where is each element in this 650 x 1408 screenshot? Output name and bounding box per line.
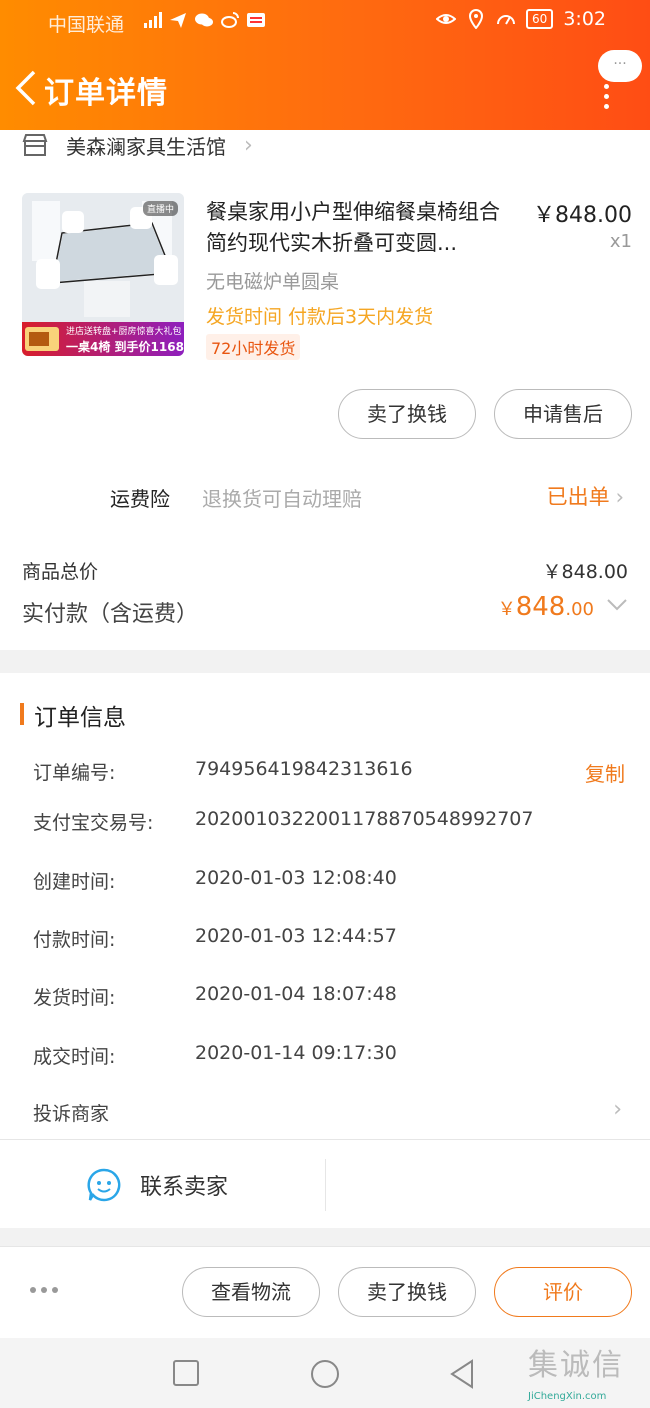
watermark-glyphs: 集诚信 <box>528 1348 624 1383</box>
info-label: 支付宝交易号: <box>33 812 154 834</box>
info-label: 创建时间: <box>33 871 116 893</box>
review-button[interactable]: 评价 <box>494 1267 632 1317</box>
info-row-completed: 成交时间: 2020-01-14 09:17:30 <box>33 1042 633 1072</box>
wechat-icon <box>195 13 213 27</box>
shipping-insurance-desc: 退换货可自动理赔 <box>202 487 362 511</box>
carrier-name: 中国联通 <box>48 14 125 36</box>
info-value: 2020-01-14 09:17:30 <box>195 1042 397 1064</box>
more-options-icon[interactable] <box>604 84 610 109</box>
ship-time-note: 发货时间 付款后3天内发货 <box>206 306 434 328</box>
paid-currency: ￥ <box>497 599 516 620</box>
live-badge: 直播中 <box>142 201 178 216</box>
speed-icon <box>497 15 516 25</box>
system-nav-bar: 集诚信 JiChengXin.com <box>0 1338 650 1408</box>
recent-apps-icon[interactable] <box>172 1359 200 1387</box>
paid-decimal: .00 <box>565 599 594 620</box>
info-row-alipay-number: 支付宝交易号: 2020010322001178870548992707 <box>33 808 633 838</box>
info-row-created: 创建时间: 2020-01-03 12:08:40 <box>33 867 633 897</box>
promo-strip: 进店送转盘+厨房惊喜大礼包 一桌4椅 到手价1168 <box>22 322 184 356</box>
send-icon <box>170 13 186 28</box>
product-price: ￥848.00 <box>533 203 632 228</box>
sell-exchange-bottom-button[interactable]: 卖了换钱 <box>338 1267 476 1317</box>
more-actions-icon[interactable] <box>30 1287 58 1293</box>
product-spec: 无电磁炉单圆桌 <box>206 271 340 293</box>
info-row-paid: 付款时间: 2020-01-03 12:44:57 <box>33 925 633 955</box>
weibo-icon <box>221 12 239 28</box>
info-value: 2020-01-03 12:08:40 <box>195 867 397 889</box>
paid-amount-label: 实付款（含运费） <box>22 602 199 627</box>
battery-indicator: 60 <box>526 9 554 29</box>
oven-icon <box>25 327 59 351</box>
location-icon <box>469 9 484 29</box>
copy-button[interactable]: 复制 <box>585 758 625 787</box>
promo-line-2: 一桌4椅 到手价1168 <box>66 340 184 354</box>
back-arrow-icon[interactable] <box>12 68 40 108</box>
watermark-logo: 集诚信 JiChengXin.com <box>528 1340 646 1406</box>
product-image[interactable]: 直播中 进店送转盘+厨房惊喜大礼包 一桌4椅 到手价1168 <box>22 193 184 356</box>
shop-icon <box>22 134 48 156</box>
info-value: 2020-01-04 18:07:48 <box>195 983 397 1005</box>
nav-bar: 订单详情 ··· <box>0 50 650 118</box>
promo-line-1: 进店送转盘+厨房惊喜大礼包 <box>66 327 182 337</box>
chevron-right-icon: › <box>244 132 253 158</box>
info-label: 成交时间: <box>33 1046 116 1068</box>
more-menu-bubble[interactable]: ··· <box>598 50 642 82</box>
order-product-card: 美森澜家具生活馆 › 直播中 进店送转盘+厨房惊喜大礼包 一桌4椅 到手价116… <box>0 130 650 650</box>
info-label: 发货时间: <box>33 987 116 1009</box>
sell-exchange-button[interactable]: 卖了换钱 <box>338 389 476 439</box>
info-label: 付款时间: <box>33 929 116 951</box>
home-icon[interactable] <box>310 1359 340 1389</box>
bottom-action-bar: 查看物流 卖了换钱 评价 <box>0 1246 650 1338</box>
info-row-order-number: 订单编号: 794956419842313616 复制 <box>33 758 633 788</box>
watermark-url: JiChengXin.com <box>528 1391 607 1402</box>
status-icons-right: 60 3:02 <box>436 8 606 30</box>
product-title[interactable]: 餐桌家用小户型伸缩餐桌椅组合简约现代实木折叠可变圆... <box>206 197 516 259</box>
product-quantity: x1 <box>609 231 632 252</box>
shop-row[interactable]: 美森澜家具生活馆 › <box>22 130 253 160</box>
complain-seller-link[interactable]: 投诉商家 <box>33 1099 109 1126</box>
shipping-insurance-status[interactable]: 已出单 › <box>547 481 624 511</box>
clock: 3:02 <box>563 8 606 30</box>
order-info-card: 订单信息 订单编号: 794956419842313616 复制 支付宝交易号:… <box>0 673 650 1228</box>
app-header: 中国联通 60 3:02 订单详情 ··· <box>0 0 650 130</box>
paid-amount-value: ￥848.00 <box>498 592 594 622</box>
back-triangle-icon[interactable] <box>448 1359 476 1389</box>
chevron-right-icon: › <box>613 1097 622 1122</box>
chevron-down-icon[interactable] <box>606 598 628 612</box>
view-logistics-button[interactable]: 查看物流 <box>182 1267 320 1317</box>
info-label: 订单编号: <box>33 762 116 784</box>
after-sale-button[interactable]: 申请售后 <box>494 389 632 439</box>
status-icons-left <box>142 10 266 30</box>
divider <box>325 1159 326 1211</box>
paid-integer: 848 <box>515 592 566 622</box>
toutiao-icon <box>247 13 265 27</box>
divider <box>0 1139 650 1140</box>
goods-total-value: ￥848.00 <box>542 561 628 583</box>
signal-icon <box>144 12 162 28</box>
eye-icon <box>436 14 457 24</box>
contact-seller-label: 联系卖家 <box>140 1175 229 1200</box>
shipping-insurance-label: 运费险 <box>110 487 170 511</box>
chat-face-icon <box>87 1168 121 1202</box>
goods-total-label: 商品总价 <box>22 561 99 583</box>
contact-seller-button[interactable]: 联系卖家 <box>86 1167 228 1203</box>
status-bar: 中国联通 60 3:02 <box>0 0 650 44</box>
info-value: 2020-01-03 12:44:57 <box>195 925 397 947</box>
shop-name: 美森澜家具生活馆 <box>66 134 226 159</box>
info-value: 2020010322001178870548992707 <box>195 808 534 830</box>
info-row-shipped: 发货时间: 2020-01-04 18:07:48 <box>33 983 633 1013</box>
order-info-title: 订单信息 <box>34 705 126 731</box>
page-title: 订单详情 <box>44 76 168 111</box>
ship-tag-badge: 72小时发货 <box>206 334 301 360</box>
section-accent-bar <box>20 703 24 725</box>
info-value: 794956419842313616 <box>195 758 413 780</box>
insurance-status-text: 已出单 <box>546 485 610 509</box>
chevron-right-icon: › <box>615 485 624 509</box>
